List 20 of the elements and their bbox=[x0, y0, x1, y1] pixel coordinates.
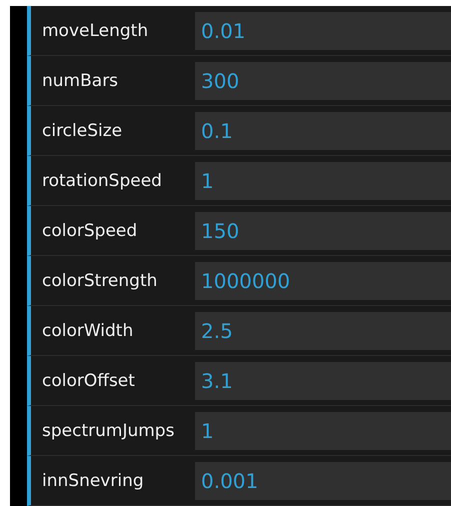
controller-label: circleSize bbox=[42, 120, 124, 140]
controller-label: colorSpeed bbox=[42, 220, 138, 240]
input-field[interactable]: 1 bbox=[195, 412, 451, 450]
input-field[interactable]: 300 bbox=[195, 62, 451, 100]
input-field[interactable]: 2.5 bbox=[195, 312, 451, 350]
controller-label: colorWidth bbox=[42, 320, 134, 340]
controller-label: moveLength bbox=[42, 20, 150, 40]
controller-label: innSnevring bbox=[42, 470, 145, 490]
controller-label: colorStrength bbox=[42, 270, 158, 290]
input-field[interactable]: 3.1 bbox=[195, 362, 451, 400]
controller-label: colorOffset bbox=[42, 370, 136, 390]
controller-label: rotationSpeed bbox=[42, 170, 163, 190]
input-field[interactable]: 0.001 bbox=[195, 462, 451, 500]
input-field[interactable]: 1000000 bbox=[195, 262, 451, 300]
controller-label: spectrumJumps bbox=[42, 420, 176, 440]
input-field[interactable]: 0.1 bbox=[195, 112, 451, 150]
input-field[interactable]: 150 bbox=[195, 212, 451, 250]
controller-label: numBars bbox=[42, 70, 120, 90]
input-field[interactable]: 0.01 bbox=[195, 12, 451, 50]
input-field[interactable]: 1 bbox=[195, 162, 451, 200]
